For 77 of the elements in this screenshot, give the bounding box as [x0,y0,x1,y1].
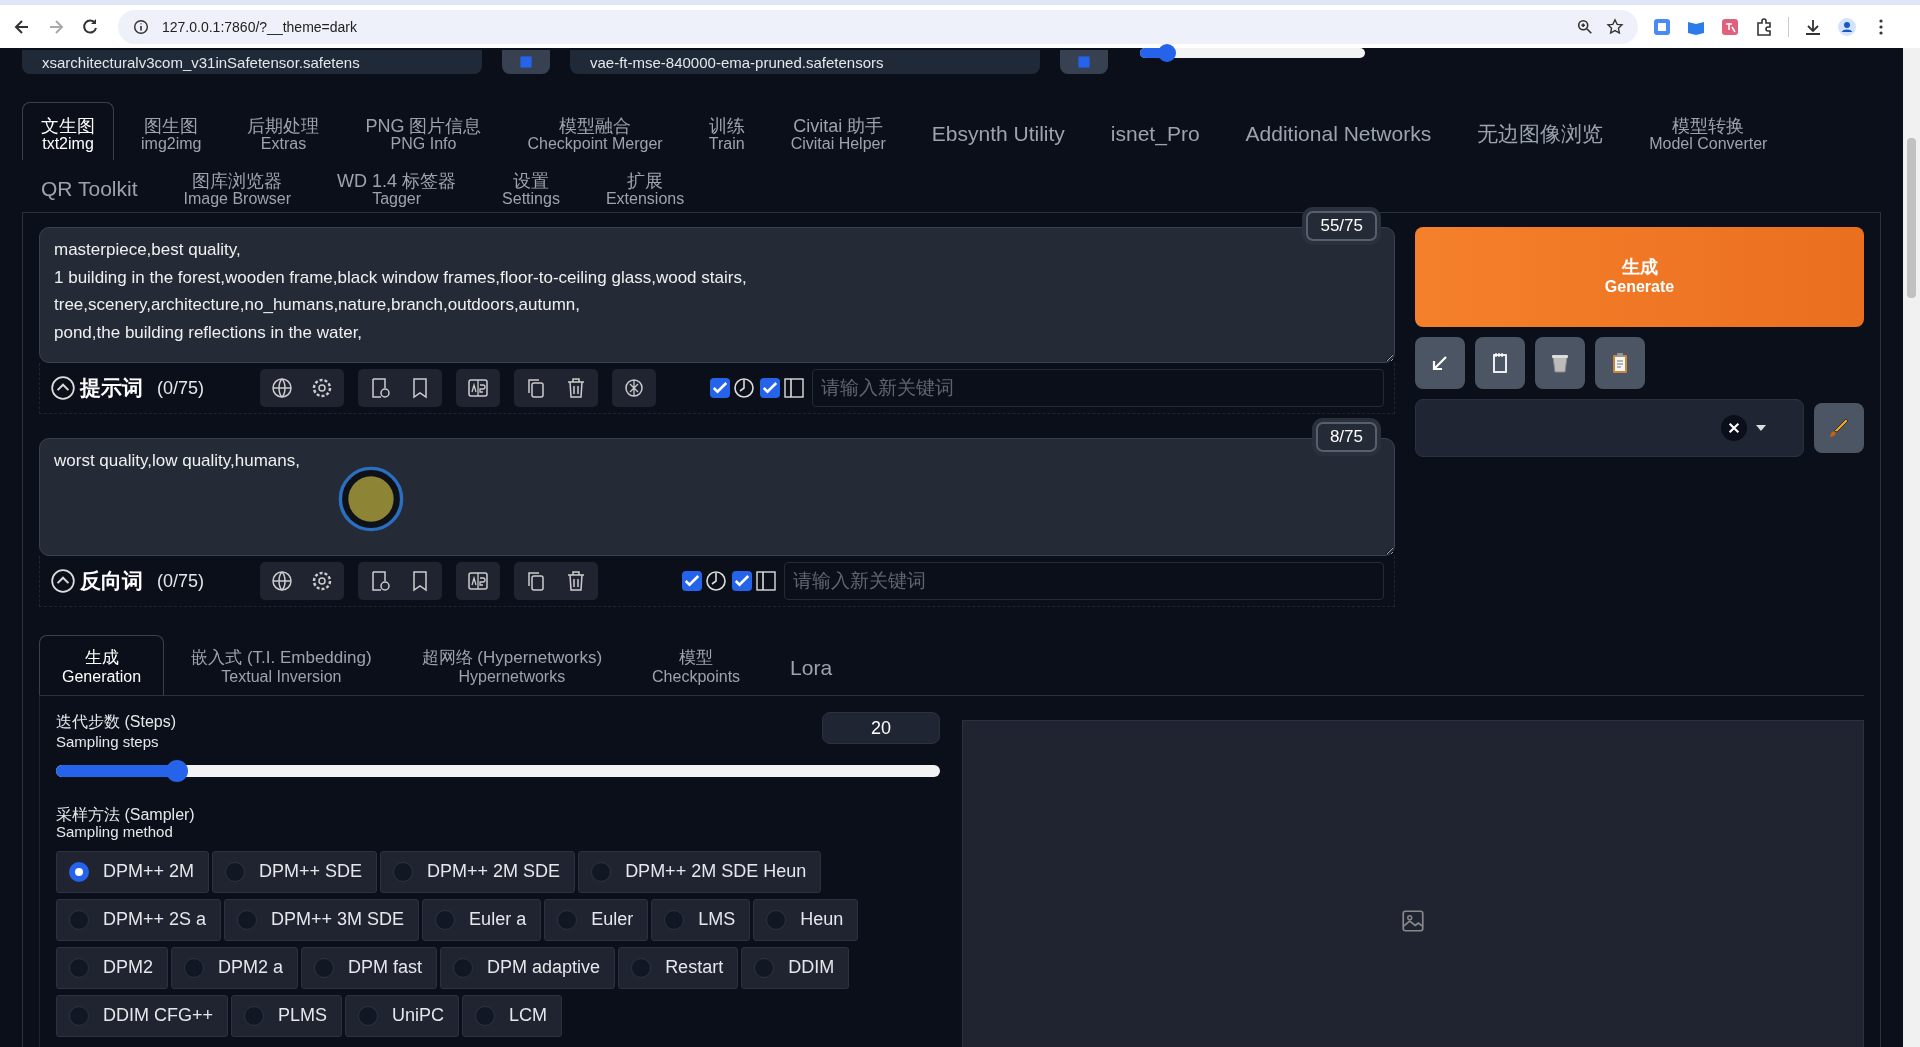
option-label: Euler [591,909,634,931]
sampler-option[interactable]: DPM++ 3M SDE [224,898,420,941]
token-count: (0/75) [157,570,205,592]
tab[interactable]: 图库浏览器 Image Browser [164,160,311,212]
steps-input[interactable]: 20 [822,712,940,744]
tab[interactable]: 模型融合 Checkpoint Merger [508,102,682,160]
sampler-option[interactable]: Restart [618,946,739,989]
option-label: DPM++ 2S a [103,909,207,931]
steps-label: 迭代步数 (Steps) [56,713,176,730]
tab[interactable]: 嵌入式 (T.I. Embedding) Textual Inversion [168,635,395,695]
option-label: PLMS [278,1005,328,1027]
address-bar[interactable]: 127.0.0.1:7860/?__theme=dark [118,9,1638,44]
option-label: DPM2 [103,957,153,979]
sampler-option[interactable]: DPM fast [301,946,438,989]
option-label: DDIM CFG++ [103,1005,213,1027]
tab[interactable]: QR Toolkit [22,160,157,212]
tab[interactable]: 设置 Settings [483,160,579,212]
prompt-label: 反向词 [80,568,143,594]
sampler-option[interactable]: DPM2 a [171,946,299,989]
sampler-option[interactable]: UniPC [345,994,460,1037]
tab[interactable]: 扩展 Extensions [586,160,704,212]
sampler-option[interactable]: DPM++ 2M [56,850,210,893]
option-label: Euler a [469,909,527,931]
prompt-label: 提示词 [80,375,143,401]
option-label: DPM++ 2M SDE Heun [625,861,807,883]
tab[interactable]: 模型转换 Model Converter [1630,102,1787,160]
option-label: UniPC [392,1005,445,1027]
sampler-option[interactable]: DPM++ 2M SDE Heun [578,850,822,893]
tab[interactable]: Lora [767,635,856,695]
tab[interactable]: 文生图 txt2img [22,102,114,160]
keyword-input[interactable]: 请输入新关键词 [812,369,1384,407]
model-dropdown[interactable]: xsarchitecturalv3com_v31inSafetensor.safetens [22,50,482,74]
tab[interactable]: Civitai 助手 Civitai Helper [771,102,905,160]
sampler-option[interactable]: DDIM [741,946,850,989]
sampler-option[interactable]: DPM2 [56,946,168,989]
tab[interactable]: Additional Networks [1226,102,1451,160]
sampler-option[interactable]: Heun [753,898,859,941]
option-label: DDIM [788,957,835,979]
tab[interactable]: 图生图 img2img [122,102,221,160]
sampler-option[interactable]: DDIM CFG++ [56,994,228,1037]
tab[interactable]: PNG 图片信息 PNG Info [346,102,501,160]
sampler-option[interactable]: LMS [651,898,751,941]
tab[interactable]: WD 1.4 标签器 Tagger [318,160,476,212]
keyword-input[interactable]: 请输入新关键词 [784,562,1384,600]
option-label: DPM fast [348,957,423,979]
option-label: LCM [509,1005,548,1027]
sampler-option[interactable]: DPM++ 2M SDE [380,850,576,893]
sampler-option[interactable]: Euler a [422,898,542,941]
sampler-option[interactable]: LCM [462,994,563,1037]
option-label: Restart [665,957,724,979]
tab[interactable]: isnet_Pro [1091,102,1219,160]
option-label: DPM++ 2M [103,861,195,883]
option-label: Heun [800,909,844,931]
option-label: DPM++ 3M SDE [271,909,405,931]
option-label: DPM++ SDE [259,861,363,883]
option-label: DPM2 a [218,957,284,979]
token-count: (0/75) [157,377,205,399]
option-label: LMS [698,909,736,931]
sampler-sublabel: Sampling method [56,822,173,840]
sampler-option[interactable]: PLMS [231,994,343,1037]
option-label: DPM adaptive [487,957,601,979]
tab[interactable]: 后期处理 Extras [228,102,339,160]
sampler-option[interactable]: DPM++ SDE [212,850,378,893]
tab[interactable]: 超网络 (Hypernetworks) Hypernetworks [398,635,626,695]
sampler-option[interactable]: Euler [544,898,649,941]
sampler-label: 采样方法 (Sampler) [56,806,195,823]
steps-sublabel: Sampling steps [56,733,159,750]
url-text: 127.0.0.1:7860/?__theme=dark [162,18,357,35]
option-label: DPM++ 2M SDE [427,861,561,883]
tab[interactable]: Ebsynth Utility [912,102,1084,160]
sampler-option[interactable]: DPM adaptive [440,946,616,989]
tab[interactable]: 训练 Train [689,102,764,160]
tab[interactable]: 生成 Generation [39,635,165,695]
tab[interactable]: 模型 Checkpoints [629,635,764,695]
tab[interactable]: 无边图像浏览 [1458,102,1623,160]
vae-dropdown[interactable]: vae-ft-mse-840000-ema-pruned.safetensors [570,50,1040,74]
sampler-option[interactable]: DPM++ 2S a [56,898,222,941]
